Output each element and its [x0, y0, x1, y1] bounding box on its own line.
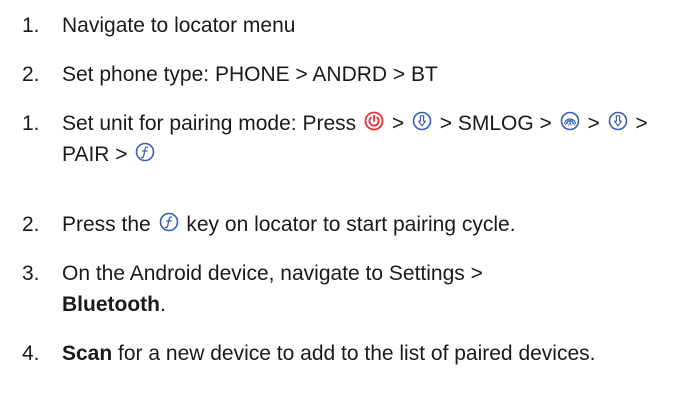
step-text: Scan for a new device to add to the list…: [62, 342, 596, 365]
step-text: Navigate to locator menu: [62, 14, 296, 37]
scan-term: Scan: [62, 342, 113, 365]
step-number: 3.: [22, 262, 40, 285]
down-arrow-icon: [608, 111, 628, 131]
step-number: 4.: [22, 342, 40, 365]
down-arrow-icon: [412, 111, 432, 131]
function-key-icon: [135, 142, 155, 162]
function-key-icon: [159, 212, 179, 232]
power-icon: [364, 111, 384, 131]
antenna-mode-icon: [560, 111, 580, 131]
step-text: On the Android device, navigate to Setti…: [62, 262, 483, 316]
step-text: Set unit for pairing mode: Press > > SML…: [62, 111, 648, 166]
instruction-list: 1. Navigate to locator menu 2. Set phone…: [0, 0, 678, 409]
step-number: 1.: [22, 112, 40, 135]
step-number: 2.: [22, 213, 40, 236]
step-number: 1.: [22, 14, 40, 37]
step-text: Set phone type: PHONE > ANDRD > BT: [62, 63, 438, 86]
step-text: Press the key on locator to start pairin…: [62, 212, 516, 236]
bluetooth-term: Bluetooth: [62, 293, 160, 316]
step-number: 2.: [22, 63, 40, 86]
